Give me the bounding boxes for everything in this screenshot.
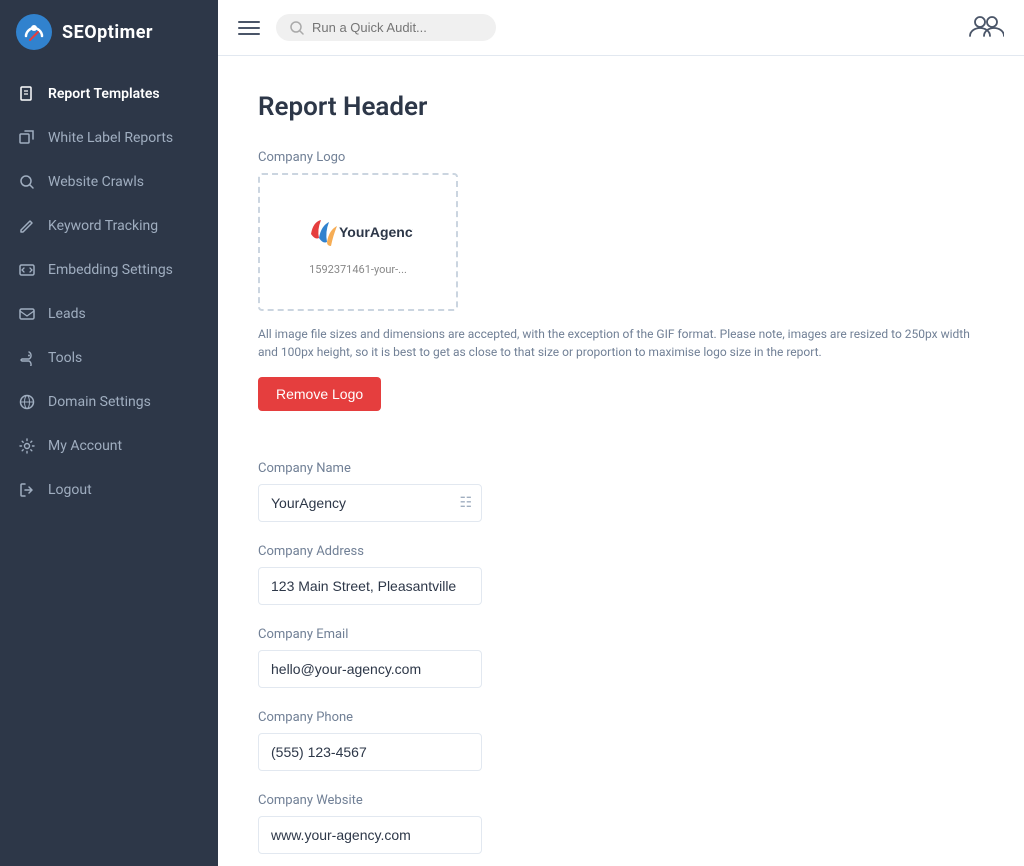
user-icon[interactable] xyxy=(968,8,1004,44)
sidebar-item-tools[interactable]: Tools xyxy=(0,336,218,380)
company-website-label: Company Website xyxy=(258,793,984,808)
sidebar: SEOptimer Report Templates White Label R… xyxy=(0,0,218,866)
sidebar-item-website-crawls[interactable]: Website Crawls xyxy=(0,160,218,204)
company-name-input[interactable] xyxy=(258,484,482,522)
app-name: SEOptimer xyxy=(62,22,153,43)
topbar xyxy=(218,0,1024,56)
company-email-label: Company Email xyxy=(258,627,984,642)
sidebar-label-keyword-tracking: Keyword Tracking xyxy=(48,218,158,234)
website-hint-text: The Company Website field will display i… xyxy=(258,862,984,866)
sidebar-label-white-label: White Label Reports xyxy=(48,130,173,146)
company-logo-label: Company Logo xyxy=(258,150,984,165)
logo-upload-box[interactable]: YourAgency 1592371461-your-... xyxy=(258,173,458,311)
search-circle-icon xyxy=(18,173,36,191)
company-address-input[interactable] xyxy=(258,567,482,605)
sidebar-label-my-account: My Account xyxy=(48,438,122,454)
logo-area: SEOptimer xyxy=(0,0,218,64)
logo-filename: 1592371461-your-... xyxy=(309,263,407,276)
tag-icon xyxy=(18,129,36,147)
sidebar-item-report-templates[interactable]: Report Templates xyxy=(0,72,218,116)
sidebar-label-report-templates: Report Templates xyxy=(48,86,160,102)
search-icon xyxy=(290,21,304,35)
company-name-label: Company Name xyxy=(258,461,984,476)
logo-preview: YourAgency 1592371461-your-... xyxy=(298,209,418,276)
sidebar-label-domain-settings: Domain Settings xyxy=(48,394,151,410)
company-address-group: Company Address xyxy=(258,544,984,605)
company-email-group: Company Email xyxy=(258,627,984,688)
file-icon xyxy=(18,85,36,103)
embed-icon xyxy=(18,261,36,279)
tool-icon xyxy=(18,349,36,367)
sidebar-item-white-label-reports[interactable]: White Label Reports xyxy=(0,116,218,160)
svg-text:YourAgency: YourAgency xyxy=(339,224,413,240)
remove-logo-button[interactable]: Remove Logo xyxy=(258,377,381,411)
main-wrapper: Report Header Company Logo YourAgency xyxy=(218,0,1024,866)
sidebar-label-logout: Logout xyxy=(48,482,92,498)
company-phone-input[interactable] xyxy=(258,733,482,771)
sidebar-item-domain-settings[interactable]: Domain Settings xyxy=(0,380,218,424)
search-bar[interactable] xyxy=(276,14,496,41)
agency-logo-svg: YourAgency xyxy=(303,212,413,256)
sidebar-label-tools: Tools xyxy=(48,350,82,366)
mail-icon xyxy=(18,305,36,323)
text-list-icon: ☷ xyxy=(459,495,472,511)
logout-icon xyxy=(18,481,36,499)
sidebar-label-embedding: Embedding Settings xyxy=(48,262,173,278)
company-phone-label: Company Phone xyxy=(258,710,984,725)
company-phone-group: Company Phone xyxy=(258,710,984,771)
hamburger-menu[interactable] xyxy=(238,21,260,35)
pen-icon xyxy=(18,217,36,235)
sidebar-item-my-account[interactable]: My Account xyxy=(0,424,218,468)
company-address-label: Company Address xyxy=(258,544,984,559)
company-website-input[interactable] xyxy=(258,816,482,854)
sidebar-item-logout[interactable]: Logout xyxy=(0,468,218,512)
search-input[interactable] xyxy=(312,20,472,35)
sidebar-label-leads: Leads xyxy=(48,306,86,322)
page-title: Report Header xyxy=(258,92,984,122)
topbar-right xyxy=(968,8,1004,48)
sidebar-item-leads[interactable]: Leads xyxy=(0,292,218,336)
company-name-input-wrapper: ☷ xyxy=(258,484,482,522)
seoptimer-logo-icon xyxy=(16,14,52,50)
company-email-input[interactable] xyxy=(258,650,482,688)
content-area: Report Header Company Logo YourAgency xyxy=(218,56,1024,866)
logo-hint-text: All image file sizes and dimensions are … xyxy=(258,325,984,361)
company-name-group: Company Name ☷ xyxy=(258,461,984,522)
agency-logo-image: YourAgency xyxy=(298,209,418,259)
gear-icon xyxy=(18,437,36,455)
company-logo-group: Company Logo YourAgency 15 xyxy=(258,150,984,439)
sidebar-item-keyword-tracking[interactable]: Keyword Tracking xyxy=(0,204,218,248)
sidebar-item-embedding-settings[interactable]: Embedding Settings xyxy=(0,248,218,292)
company-website-group: Company Website The Company Website fiel… xyxy=(258,793,984,866)
globe-icon xyxy=(18,393,36,411)
nav-menu: Report Templates White Label Reports Web… xyxy=(0,64,218,866)
sidebar-label-website-crawls: Website Crawls xyxy=(48,174,144,190)
